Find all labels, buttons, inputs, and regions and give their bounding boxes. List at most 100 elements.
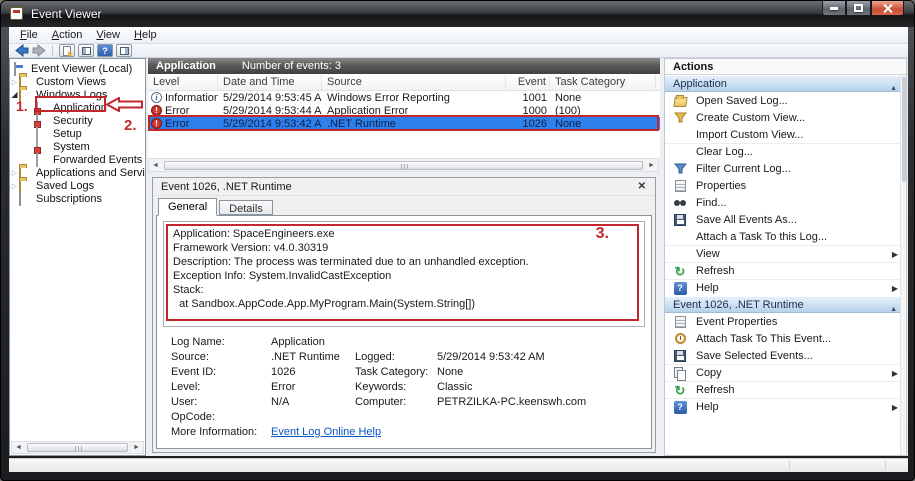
action-help-event[interactable]: ? Help ▶ <box>665 398 906 415</box>
description-line: Exception Info: System.InvalidCastExcept… <box>173 269 644 283</box>
computer-label: Computer: <box>355 396 437 411</box>
export-log-button[interactable] <box>59 44 75 57</box>
action-save-all-events-as[interactable]: Save All Events As... <box>665 211 906 228</box>
expander-collapsed-icon[interactable]: ▷ <box>10 182 19 190</box>
action-open-saved-log[interactable]: Open Saved Log... <box>665 92 906 109</box>
scrollbar-thumb[interactable] <box>27 443 128 452</box>
open-folder-icon <box>673 97 687 107</box>
close-button[interactable] <box>871 1 904 16</box>
status-divider <box>885 461 886 470</box>
show-action-pane-button[interactable] <box>116 44 132 57</box>
action-clear-log[interactable]: Clear Log... <box>665 143 906 160</box>
expander-collapsed-icon[interactable]: ▷ <box>10 169 19 177</box>
show-console-tree-button[interactable] <box>78 44 94 57</box>
log-icon <box>36 153 38 167</box>
event-task-category: None <box>550 92 656 104</box>
tree-item-subscriptions[interactable]: Subscriptions <box>10 192 145 205</box>
column-header-event-id[interactable]: Event ID <box>506 75 550 90</box>
details-title: Event 1026, .NET Runtime <box>153 181 638 193</box>
help-button[interactable]: ? <box>97 44 113 57</box>
source-label: Source: <box>171 351 271 366</box>
actions-vertical-scrollbar[interactable] <box>900 75 906 455</box>
help-icon: ? <box>674 282 687 295</box>
menu-help[interactable]: Help <box>127 28 164 42</box>
action-copy[interactable]: Copy ▶ <box>665 364 906 381</box>
tab-general[interactable]: General <box>158 198 217 216</box>
close-icon <box>883 3 893 13</box>
menu-view[interactable]: View <box>89 28 127 42</box>
event-id: 1000 <box>506 105 550 117</box>
tab-details[interactable]: Details <box>219 200 273 215</box>
submenu-arrow-icon: ▶ <box>892 403 898 412</box>
action-save-selected-events[interactable]: Save Selected Events... <box>665 347 906 364</box>
column-header-date[interactable]: Date and Time <box>218 75 322 90</box>
event-description-box[interactable]: Application: SpaceEngineers.exe Framewor… <box>163 221 645 327</box>
event-source: Windows Error Reporting <box>322 92 506 104</box>
action-refresh[interactable]: ↻ Refresh <box>665 262 906 279</box>
action-event-properties[interactable]: Event Properties <box>665 313 906 330</box>
action-view[interactable]: View ▶ <box>665 245 906 262</box>
forward-icon[interactable] <box>32 44 46 57</box>
menu-action[interactable]: Action <box>45 28 90 42</box>
action-attach-task-to-log[interactable]: Attach a Task To this Log... <box>665 228 906 245</box>
event-log-online-help-link[interactable]: Event Log Online Help <box>271 426 381 438</box>
refresh-icon: ↻ <box>675 384 686 397</box>
tree-item-event-viewer-local[interactable]: Event Viewer (Local) <box>10 62 145 75</box>
actions-section-application[interactable]: Application ▲ <box>665 75 906 92</box>
level-value: Error <box>271 381 355 396</box>
action-attach-task-to-event[interactable]: Attach Task To This Event... <box>665 330 906 347</box>
task-category-label: Task Category: <box>355 366 437 381</box>
minimize-button[interactable] <box>822 1 846 16</box>
tree-item-applications-and-services[interactable]: ▷ Applications and Services Lo <box>10 166 145 179</box>
scroll-right-icon[interactable]: ► <box>645 160 658 171</box>
close-details-icon[interactable]: ✕ <box>638 181 655 192</box>
tree-item-label: System <box>53 141 90 153</box>
column-header-source[interactable]: Source <box>322 75 506 90</box>
action-filter-current-log[interactable]: Filter Current Log... <box>665 160 906 177</box>
action-find[interactable]: Find... <box>665 194 906 211</box>
event-table-horizontal-scrollbar[interactable]: ◄ ► <box>148 158 659 172</box>
actions-section-event-1026[interactable]: Event 1026, .NET Runtime ▲ <box>665 296 906 313</box>
submenu-arrow-icon: ▶ <box>892 284 898 293</box>
event-row-1001[interactable]: iInformation 5/29/2014 9:53:45 AM Window… <box>148 91 660 104</box>
tree-item-forwarded-events[interactable]: Forwarded Events <box>10 153 145 166</box>
annotation-step-2: 2. <box>124 117 137 134</box>
scroll-right-icon[interactable]: ► <box>130 442 143 453</box>
action-refresh-event[interactable]: ↻ Refresh <box>665 381 906 398</box>
event-row-1026-selected[interactable]: !Error 5/29/2014 9:53:42 AM .NET Runtime… <box>148 117 660 130</box>
column-header-level[interactable]: Level <box>148 75 218 90</box>
maximize-button[interactable] <box>846 1 871 16</box>
log-title: Application <box>148 60 216 72</box>
action-import-custom-view[interactable]: Import Custom View... <box>665 126 906 143</box>
action-properties[interactable]: Properties <box>665 177 906 194</box>
scrollbar-thumb[interactable] <box>902 77 906 182</box>
status-divider <box>789 461 790 470</box>
toolbar: ? <box>9 44 908 58</box>
title-bar[interactable]: Event Viewer <box>1 1 914 27</box>
details-header: Event 1026, .NET Runtime ✕ <box>153 178 655 196</box>
tree-horizontal-scrollbar[interactable]: ◄ ► <box>11 441 144 454</box>
tree-item-system[interactable]: System <box>10 140 145 153</box>
menu-file[interactable]: File <box>13 28 45 42</box>
tree-item-saved-logs[interactable]: ▷ Saved Logs <box>10 179 145 192</box>
event-row-1000[interactable]: !Error 5/29/2014 9:53:44 AM Application … <box>148 104 660 117</box>
status-bar <box>9 458 908 472</box>
description-line: Framework Version: v4.0.30319 <box>173 241 644 255</box>
action-help[interactable]: ? Help ▶ <box>665 279 906 296</box>
expander-collapsed-icon[interactable]: ▷ <box>10 78 19 86</box>
action-create-custom-view[interactable]: Create Custom View... <box>665 109 906 126</box>
column-header-task-category[interactable]: Task Category <box>550 75 656 90</box>
information-icon: i <box>151 92 162 103</box>
tree-item-custom-views[interactable]: ▷ Custom Views <box>10 75 145 88</box>
error-icon: ! <box>151 118 162 129</box>
scroll-left-icon[interactable]: ◄ <box>12 442 25 453</box>
submenu-arrow-icon: ▶ <box>892 250 898 259</box>
window-controls <box>822 1 904 16</box>
back-icon[interactable] <box>15 44 29 57</box>
opcode-label: OpCode: <box>171 411 271 426</box>
log-icon <box>36 101 38 115</box>
tree-item-label: Subscriptions <box>36 193 102 205</box>
scrollbar-thumb[interactable] <box>164 161 643 170</box>
scroll-left-icon[interactable]: ◄ <box>149 160 162 171</box>
opcode-value <box>271 411 643 426</box>
